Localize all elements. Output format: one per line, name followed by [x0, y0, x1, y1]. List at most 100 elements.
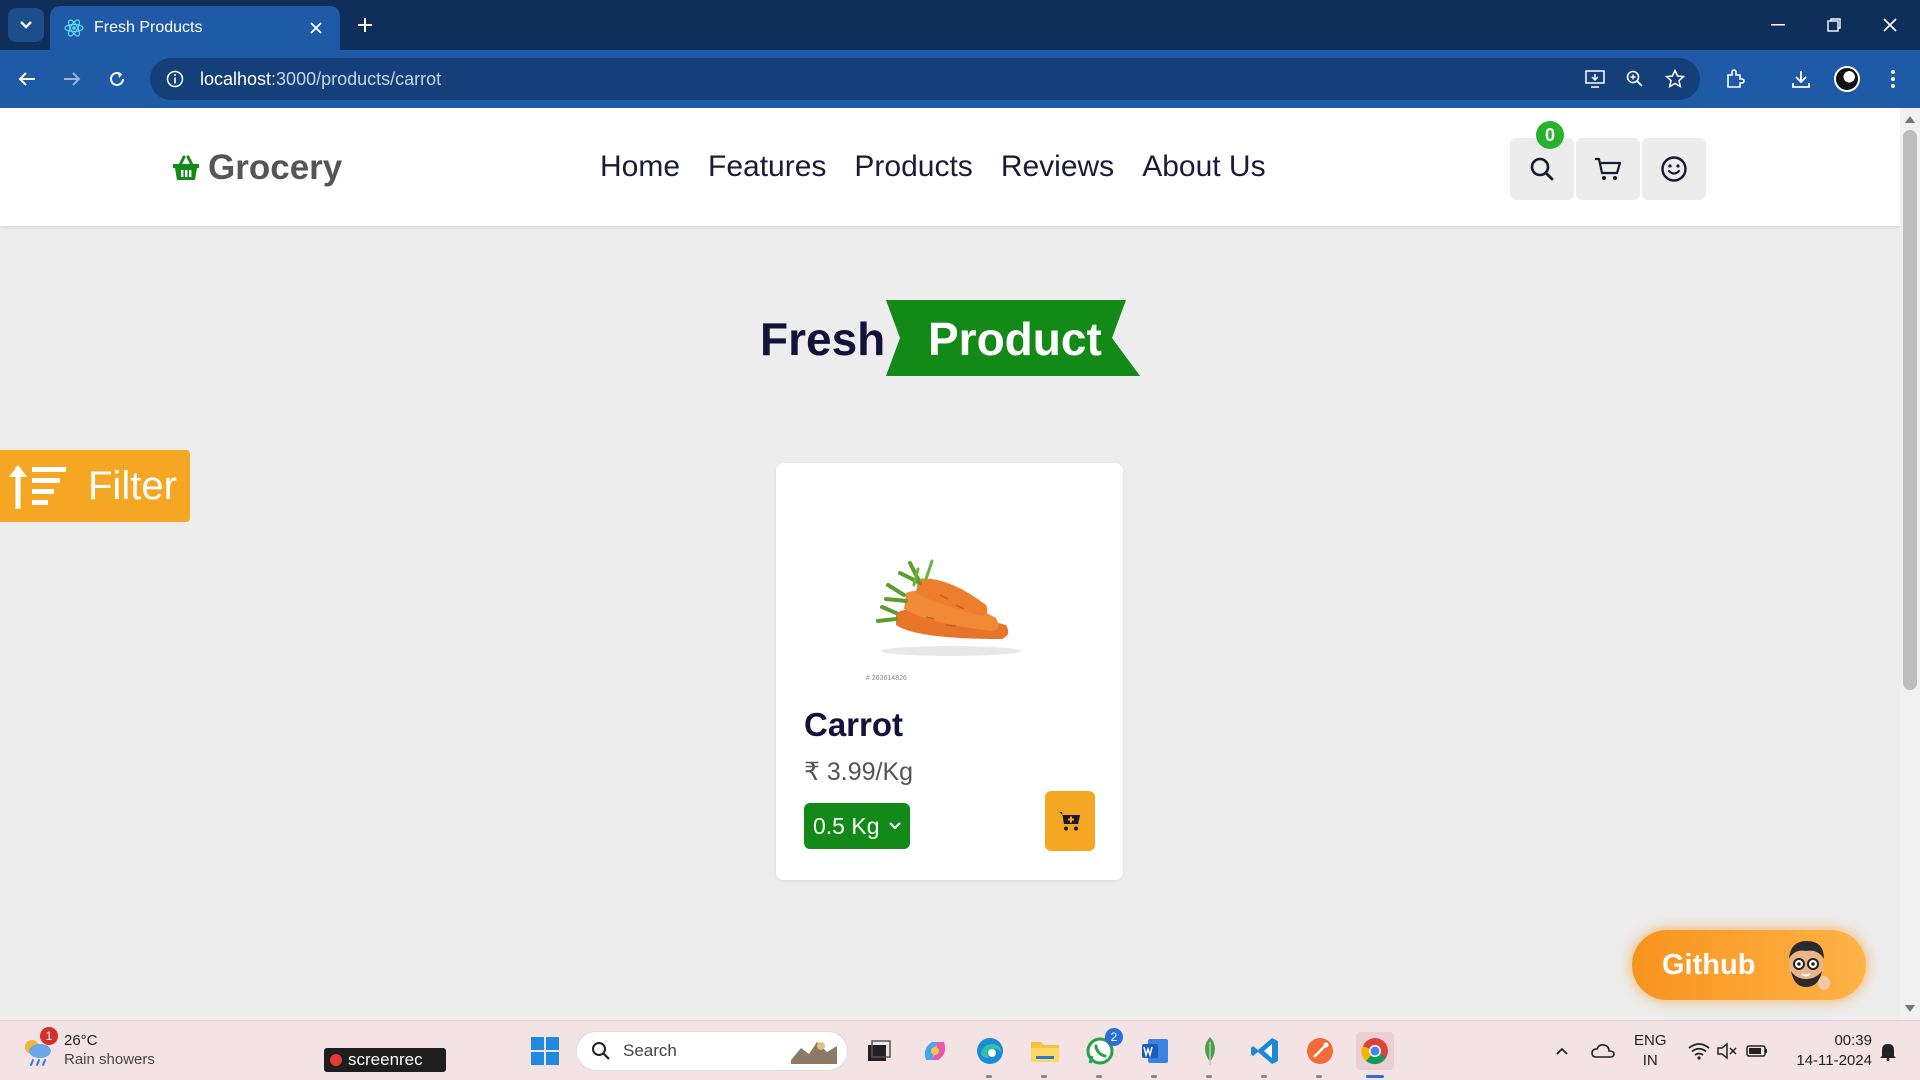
url-host: localhost — [200, 68, 272, 89]
rain-cloud-icon: 1 — [20, 1027, 58, 1067]
screenrec-label: screenrec — [348, 1050, 423, 1069]
profile-avatar[interactable] — [1830, 62, 1864, 96]
search-highlight-icon — [791, 1042, 837, 1064]
chevron-down-icon — [20, 21, 32, 29]
postman-running-indicator — [1316, 1075, 1322, 1078]
main-nav: Home Features Products Reviews About Us — [600, 150, 1266, 184]
browser-tab-active[interactable]: Fresh Products — [50, 6, 340, 50]
weather-widget[interactable]: 1 26°C Rain showers — [20, 1027, 155, 1069]
language-indicator[interactable]: ENG IN — [1634, 1031, 1667, 1071]
close-tab-icon[interactable] — [306, 18, 326, 38]
volume-muted-icon[interactable] — [1714, 1021, 1740, 1080]
tab-title: Fresh Products — [94, 19, 203, 36]
search-icon — [1530, 157, 1554, 181]
new-tab-icon[interactable] — [352, 12, 378, 38]
site-info-icon[interactable] — [164, 68, 186, 90]
address-bar[interactable]: localhost:3000/products/carrot — [150, 58, 1700, 100]
close-window-icon[interactable] — [1862, 0, 1918, 50]
extensions-icon[interactable] — [1718, 62, 1752, 96]
file-explorer-icon[interactable] — [1026, 1032, 1064, 1070]
vscode-icon[interactable] — [1246, 1032, 1284, 1070]
image-stock-id: # 263614826 — [866, 675, 907, 682]
clock-date: 14-11-2024 — [1796, 1052, 1872, 1069]
search-button[interactable] — [1510, 138, 1574, 200]
nav-about-us[interactable]: About Us — [1142, 150, 1265, 184]
edge-browser-icon[interactable] — [971, 1032, 1009, 1070]
word-running-indicator — [1151, 1075, 1157, 1078]
zoom-icon[interactable] — [1622, 66, 1648, 92]
bookmark-star-icon[interactable] — [1662, 66, 1688, 92]
mongodb-icon[interactable] — [1191, 1032, 1229, 1070]
nav-reviews[interactable]: Reviews — [1001, 150, 1114, 184]
site-logo[interactable]: Grocery — [172, 148, 342, 188]
back-arrow-icon[interactable] — [10, 62, 44, 96]
clock-time: 00:39 — [1834, 1032, 1872, 1049]
search-icon — [591, 1041, 611, 1061]
site-header: Grocery Home Features Products Reviews A… — [0, 108, 1900, 226]
notification-bell-icon[interactable] — [1876, 1021, 1900, 1080]
install-app-icon[interactable] — [1582, 66, 1608, 92]
windows-start-icon[interactable] — [526, 1032, 564, 1070]
browser-toolbar: localhost:3000/products/carrot — [0, 50, 1920, 108]
whatsapp-badge: 2 — [1105, 1028, 1123, 1046]
carrot-image — [876, 559, 1021, 656]
nav-features[interactable]: Features — [708, 150, 826, 184]
system-clock[interactable]: 00:39 14-11-2024 — [1782, 1031, 1872, 1071]
edge-running-indicator — [986, 1075, 992, 1078]
reload-icon[interactable] — [100, 62, 134, 96]
smile-icon — [1661, 156, 1687, 182]
quantity-value: 0.5 Kg — [813, 812, 880, 839]
heading-word-product: Product — [928, 313, 1102, 365]
onedrive-icon[interactable] — [1588, 1021, 1618, 1080]
battery-icon[interactable] — [1744, 1021, 1770, 1080]
postman-icon[interactable] — [1301, 1032, 1339, 1070]
tray-chevron-up-icon[interactable] — [1552, 1021, 1572, 1080]
word-icon[interactable] — [1136, 1032, 1174, 1070]
chrome-icon[interactable] — [1356, 1032, 1394, 1070]
chrome-active-indicator — [1366, 1075, 1384, 1078]
cart-icon — [1595, 157, 1622, 180]
scroll-up-arrow-icon[interactable] — [1905, 116, 1915, 123]
task-view-icon[interactable] — [860, 1032, 898, 1070]
taskbar-search[interactable]: Search — [576, 1031, 848, 1071]
cart-count-badge: 0 — [1536, 121, 1564, 149]
sort-filter-icon — [8, 461, 72, 511]
explorer-running-indicator — [1041, 1075, 1047, 1078]
shopping-basket-icon — [172, 155, 200, 181]
minimize-icon[interactable] — [1750, 0, 1806, 50]
nav-home[interactable]: Home — [600, 150, 680, 184]
restore-icon[interactable] — [1806, 0, 1862, 50]
browser-tab-bar: Fresh Products — [0, 0, 1920, 50]
github-label: Github — [1662, 948, 1756, 981]
forward-arrow-icon[interactable] — [55, 62, 89, 96]
download-icon[interactable] — [1784, 62, 1818, 96]
memoji-avatar-icon — [1789, 941, 1830, 990]
wifi-icon[interactable] — [1686, 1021, 1712, 1080]
cart-button[interactable] — [1576, 138, 1640, 200]
section-heading: Fresh Product — [0, 300, 1900, 376]
web-page: Grocery Home Features Products Reviews A… — [0, 108, 1900, 1020]
weather-temp: 26°C — [64, 1032, 98, 1049]
quantity-select[interactable]: 0.5 Kg — [804, 803, 910, 849]
tab-search-button[interactable] — [8, 8, 44, 42]
product-name: Carrot — [804, 706, 904, 743]
url-path: :3000/products/carrot — [271, 68, 442, 89]
add-to-cart-button[interactable] — [1045, 791, 1095, 851]
scroll-down-arrow-icon[interactable] — [1905, 1005, 1915, 1012]
page-scrollbar[interactable] — [1900, 108, 1920, 1020]
filter-label: Filter — [88, 463, 177, 508]
lang-line2: IN — [1642, 1052, 1658, 1069]
screenrec-app[interactable]: screenrec — [324, 1048, 446, 1072]
nav-products[interactable]: Products — [854, 150, 972, 184]
profile-button[interactable] — [1642, 138, 1706, 200]
copilot-icon[interactable] — [916, 1032, 954, 1070]
whatsapp-running-indicator — [1096, 1075, 1102, 1078]
chevron-down-icon — [888, 821, 902, 831]
scrollbar-thumb[interactable] — [1903, 130, 1917, 690]
whatsapp-icon[interactable]: 2 — [1081, 1028, 1123, 1070]
weather-badge: 1 — [40, 1027, 58, 1045]
filter-button[interactable]: Filter — [0, 450, 190, 522]
github-button[interactable]: Github — [1632, 930, 1866, 1000]
product-price: ₹ 3.99/Kg — [804, 758, 914, 786]
more-menu-icon[interactable] — [1876, 62, 1910, 96]
